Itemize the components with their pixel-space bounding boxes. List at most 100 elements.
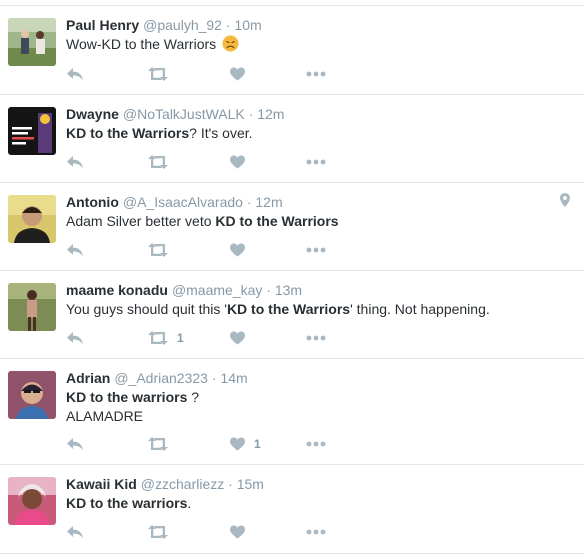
like-button[interactable]: 1: [230, 434, 261, 454]
retweet-button[interactable]: [148, 434, 177, 454]
user-handle[interactable]: @NoTalkJustWALK: [123, 106, 245, 122]
tweet[interactable]: Dwayne @NoTalkJustWALK · 12m KD to the Wa…: [0, 95, 584, 183]
like-button[interactable]: [230, 240, 254, 260]
separator-dot: ·: [228, 476, 233, 492]
tweet-timestamp[interactable]: 10m: [234, 17, 261, 33]
reply-button[interactable]: [66, 152, 84, 172]
more-dots-icon: [306, 159, 326, 165]
search-highlight: KD to the warriors: [66, 389, 188, 405]
user-handle[interactable]: @_Adrian2323: [114, 370, 208, 386]
retweet-button[interactable]: [148, 152, 177, 172]
more-button[interactable]: [306, 64, 326, 84]
more-button[interactable]: [306, 522, 326, 542]
tweet-feed: Paul Henry @paulyh_92 · 10m Wow-KD to the…: [0, 0, 584, 560]
reply-icon: [67, 332, 83, 344]
retweet-button[interactable]: [148, 240, 177, 260]
separator-dot: ·: [246, 194, 252, 210]
tweet-text: You guys should quit this 'KD to the War…: [66, 300, 574, 319]
retweet-icon: [148, 437, 168, 451]
retweet-icon: [148, 525, 168, 539]
reply-button[interactable]: [66, 434, 84, 454]
more-button[interactable]: [306, 152, 326, 172]
retweet-count: 1: [177, 331, 184, 345]
retweet-button[interactable]: 1: [148, 328, 184, 348]
reply-button[interactable]: [66, 522, 84, 542]
like-button[interactable]: [230, 328, 254, 348]
tweet-timestamp[interactable]: 12m: [257, 106, 284, 122]
avatar[interactable]: [8, 195, 56, 243]
tweet-text-part: Adam Silver better veto: [66, 213, 216, 229]
separator-dot: ·: [248, 106, 254, 122]
reply-icon: [67, 156, 83, 168]
tweet-text-part: You guys should quit this ': [66, 301, 227, 317]
like-button[interactable]: [230, 152, 254, 172]
reply-button[interactable]: [66, 64, 84, 84]
retweet-icon: [148, 67, 168, 81]
display-name[interactable]: maame konadu: [66, 282, 168, 298]
tweet-text: KD to the warriors.: [66, 494, 574, 513]
heart-icon: [230, 243, 245, 257]
tweet-timestamp[interactable]: 12m: [255, 194, 282, 210]
display-name[interactable]: Antonio: [66, 194, 119, 210]
tweet-text-part: ' thing. Not happening.: [350, 301, 490, 317]
display-name[interactable]: Adrian: [66, 370, 110, 386]
more-dots-icon: [306, 335, 326, 341]
separator-dot: ·: [225, 17, 231, 33]
tweet[interactable]: Paul Henry @paulyh_92 · 10m Wow-KD to the…: [0, 6, 584, 95]
retweet-icon: [148, 331, 168, 345]
like-button[interactable]: [230, 64, 254, 84]
retweet-icon: [148, 243, 168, 257]
tweet-text: Wow-KD to the Warriors: [66, 35, 574, 57]
heart-icon: [230, 331, 245, 345]
tweet-text-line: ALAMADRE: [66, 408, 144, 424]
tweet[interactable]: Kawaii Kid @zzcharliezz · 15m KD to the w…: [0, 465, 584, 554]
reply-button[interactable]: [66, 328, 84, 348]
search-highlight: KD to the Warriors: [66, 125, 190, 141]
tweet-timestamp[interactable]: 13m: [275, 282, 302, 298]
heart-icon: [230, 67, 245, 81]
tweet[interactable]: Adrian @_Adrian2323 · 14m KD to the warri…: [0, 359, 584, 465]
user-handle[interactable]: @A_IsaacAlvarado: [123, 194, 243, 210]
avatar[interactable]: [8, 477, 56, 525]
like-count: 1: [254, 437, 261, 451]
retweet-icon: [148, 155, 168, 169]
more-dots-icon: [306, 441, 326, 447]
more-button[interactable]: [306, 434, 326, 454]
reply-icon: [67, 526, 83, 538]
tweet-text: KD to the warriors ? ALAMADRE: [66, 388, 574, 426]
tweet-text-part: ? It's over.: [189, 125, 253, 141]
user-handle[interactable]: @maame_kay: [172, 282, 262, 298]
search-highlight: KD to the Warriors: [215, 213, 339, 229]
reply-icon: [67, 68, 83, 80]
tweet-timestamp[interactable]: 14m: [220, 370, 247, 386]
retweet-button[interactable]: [148, 64, 177, 84]
search-highlight: KD to the warriors: [66, 495, 188, 511]
more-button[interactable]: [306, 240, 326, 260]
tweet[interactable]: Antonio @A_IsaacAlvarado · 12m Adam Silve…: [0, 183, 584, 271]
like-button[interactable]: [230, 522, 254, 542]
display-name[interactable]: Dwayne: [66, 106, 119, 122]
separator-dot: ·: [266, 282, 271, 298]
avatar[interactable]: [8, 107, 56, 155]
reply-icon: [67, 244, 83, 256]
tweet-text: Adam Silver better veto KD to the Warrio…: [66, 212, 574, 231]
tweet-timestamp[interactable]: 15m: [237, 476, 264, 492]
user-handle[interactable]: @zzcharliezz: [141, 476, 224, 492]
avatar[interactable]: [8, 371, 56, 419]
location-button[interactable]: [560, 193, 570, 212]
avatar[interactable]: [8, 18, 56, 66]
reply-icon: [67, 438, 83, 450]
disappointed-face-icon: [222, 35, 239, 57]
search-highlight: KD to the Warriors: [226, 301, 351, 317]
more-dots-icon: [306, 529, 326, 535]
reply-button[interactable]: [66, 240, 84, 260]
display-name[interactable]: Kawaii Kid: [66, 476, 137, 492]
display-name[interactable]: Paul Henry: [66, 17, 139, 33]
retweet-button[interactable]: [148, 522, 177, 542]
tweet[interactable]: maame konadu @maame_kay · 13m You guys sh…: [0, 271, 584, 359]
user-handle[interactable]: @paulyh_92: [143, 17, 222, 33]
more-button[interactable]: [306, 328, 326, 348]
tweet-text-part: ?: [187, 389, 200, 405]
tweet-text-part: .: [187, 495, 192, 511]
avatar[interactable]: [8, 283, 56, 331]
